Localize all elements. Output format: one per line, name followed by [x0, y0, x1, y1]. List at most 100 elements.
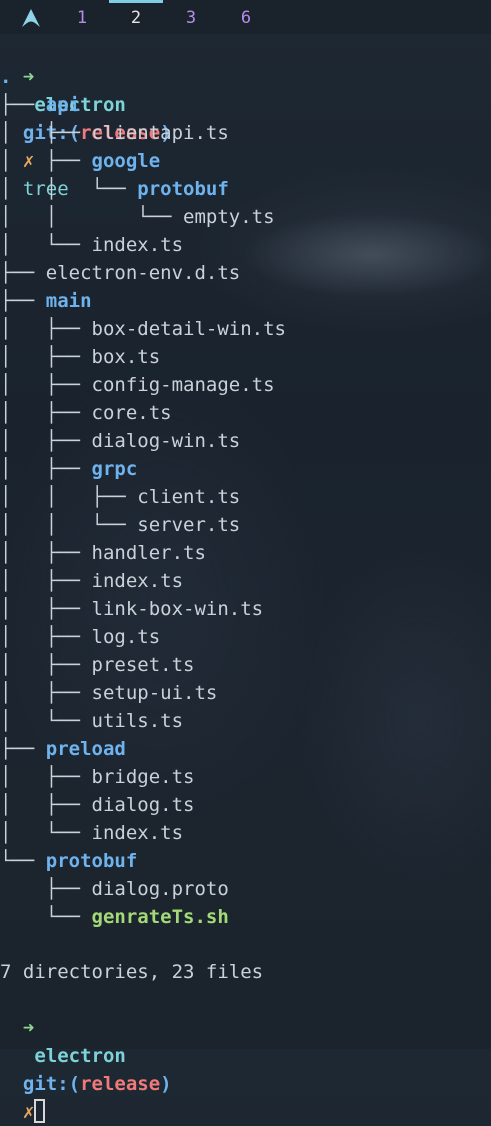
tree-branch-lines: │ ├── — [0, 542, 92, 564]
tree-branch-lines: │ │ ├── — [0, 486, 138, 508]
tree-branch-lines: │ └── — [0, 710, 92, 732]
tree-file-row: │ └── index.ts — [0, 231, 183, 259]
file-name: log.ts — [91, 626, 161, 648]
tree-file-row: │ ├── box-detail-win.ts — [0, 315, 286, 343]
tree-file-row: │ ├── log.ts — [0, 623, 160, 651]
prompt-line-current[interactable]: ➜ electron git:(release) ✗ — [0, 986, 172, 1123]
workspace-3[interactable]: 3 — [164, 6, 218, 30]
prompt-directory: electron — [34, 1045, 126, 1067]
tree-file-row: │ ├── handler.ts — [0, 539, 206, 567]
directory-name: preload — [45, 738, 126, 760]
file-name: genrateTs.sh — [91, 906, 229, 928]
tree-branch-lines: │ ├── — [0, 570, 92, 592]
file-name: electron-env.d.ts — [45, 262, 241, 284]
tree-branch-lines: │ ├── — [0, 374, 92, 396]
tree-branch-lines: │ └── — [0, 234, 92, 256]
tree-file-row: │ ├── dialog-win.ts — [0, 427, 240, 455]
tree-branch-lines: │ ├── — [0, 122, 92, 144]
prompt-git-label: git:( — [22, 1073, 81, 1095]
tree-file-row: └── genrateTs.sh — [0, 903, 229, 931]
directory-name: protobuf — [137, 178, 229, 200]
file-name: box.ts — [91, 346, 161, 368]
tree-branch-lines: │ │ └── — [0, 206, 184, 228]
file-name: dialog.proto — [91, 878, 229, 900]
tree-branch-lines: │ ├── — [0, 458, 92, 480]
directory-name: grpc — [91, 458, 138, 480]
tree-branch-lines: │ ├── — [0, 318, 92, 340]
tree-directory-row: │ │ └── protobuf — [0, 175, 229, 203]
terminal-cursor[interactable] — [34, 1098, 46, 1123]
file-name: dialog-win.ts — [91, 430, 241, 452]
tree-branch-lines: │ ├── — [0, 430, 92, 452]
file-name: preset.ts — [91, 654, 195, 676]
directory-name: . — [0, 66, 12, 88]
tree-file-row: │ ├── dialog.ts — [0, 791, 194, 819]
tree-directory-row: └── protobuf — [0, 847, 137, 875]
file-name: clientapi.ts — [91, 122, 229, 144]
file-name: client.ts — [137, 486, 241, 508]
tree-branch-lines: │ │ └── — [0, 178, 138, 200]
tree-branch-lines: │ ├── — [0, 402, 92, 424]
prompt-arrow-icon: ➜ — [22, 66, 35, 88]
tree-directory-row: │ ├── google — [0, 147, 160, 175]
file-name: empty.ts — [183, 206, 275, 228]
file-name: index.ts — [91, 234, 184, 256]
directory-name: protobuf — [45, 850, 138, 872]
tree-branch-lines: │ ├── — [0, 794, 92, 816]
tree-branch-lines: │ ├── — [0, 150, 92, 172]
tree-branch-lines: │ ├── — [0, 654, 92, 676]
file-name: dialog.ts — [91, 794, 195, 816]
tree-directory-row: │ ├── grpc — [0, 455, 137, 483]
file-name: utils.ts — [91, 710, 184, 732]
tree-file-row: │ └── utils.ts — [0, 707, 183, 735]
tree-file-row: │ ├── setup-ui.ts — [0, 679, 217, 707]
tree-branch-lines: ├── — [0, 738, 46, 760]
workspace-6[interactable]: 6 — [219, 6, 273, 30]
tree-branch-lines: │ ├── — [0, 598, 92, 620]
workspace-bar: 1 2 3 6 — [0, 0, 491, 34]
tree-directory-row: ├── main — [0, 287, 92, 315]
arch-linux-logo-icon[interactable] — [21, 9, 41, 27]
file-name: setup-ui.ts — [91, 682, 218, 704]
tree-file-row: ├── electron-env.d.ts — [0, 259, 240, 287]
directory-name: main — [45, 290, 92, 312]
tree-file-row: │ ├── preset.ts — [0, 651, 194, 679]
tree-file-row: │ │ └── empty.ts — [0, 203, 275, 231]
prompt-line: ➜ electron git:(release) ✗ tree — [0, 35, 172, 200]
tree-file-row: │ ├── config-manage.ts — [0, 371, 275, 399]
tree-branch-lines: │ └── — [0, 822, 92, 844]
tree-file-row: │ ├── bridge.ts — [0, 763, 194, 791]
tree-branch-lines: └── — [0, 906, 92, 928]
file-name: box-detail-win.ts — [91, 318, 286, 340]
tree-file-row: │ ├── core.ts — [0, 399, 172, 427]
directory-name: google — [91, 150, 161, 172]
workspace-2[interactable]: 2 — [109, 0, 163, 30]
tree-branch-lines: ├── — [0, 262, 46, 284]
prompt-git-close: ) — [160, 1073, 172, 1095]
tree-branch-lines: │ ├── — [0, 346, 92, 368]
tree-file-row: │ │ └── server.ts — [0, 511, 240, 539]
tree-directory-row: . — [0, 63, 11, 91]
file-name: core.ts — [91, 402, 172, 424]
tree-branch-lines: └── — [0, 850, 46, 872]
tree-directory-row: ├── preload — [0, 735, 126, 763]
tree-file-row: │ ├── link-box-win.ts — [0, 595, 263, 623]
file-name: index.ts — [91, 822, 184, 844]
workspace-1[interactable]: 1 — [55, 6, 109, 30]
tree-branch-lines: │ ├── — [0, 766, 92, 788]
file-name: index.ts — [91, 570, 184, 592]
tree-branch-lines: │ │ └── — [0, 514, 138, 536]
prompt-dirty-icon: ✗ — [22, 1101, 35, 1123]
tree-file-row: │ └── index.ts — [0, 819, 183, 847]
tree-file-row: │ │ ├── client.ts — [0, 483, 240, 511]
tree-file-row: │ ├── index.ts — [0, 567, 183, 595]
tree-file-row: ├── dialog.proto — [0, 875, 229, 903]
file-name: bridge.ts — [91, 766, 195, 788]
file-name: config-manage.ts — [91, 374, 275, 396]
tree-branch-lines: │ ├── — [0, 682, 92, 704]
tree-file-row: │ ├── clientapi.ts — [0, 119, 229, 147]
tree-branch-lines: ├── — [0, 290, 46, 312]
tree-summary: 7 directories, 23 files — [0, 961, 264, 983]
tree-file-row: │ ├── box.ts — [0, 343, 160, 371]
file-name: link-box-win.ts — [91, 598, 264, 620]
